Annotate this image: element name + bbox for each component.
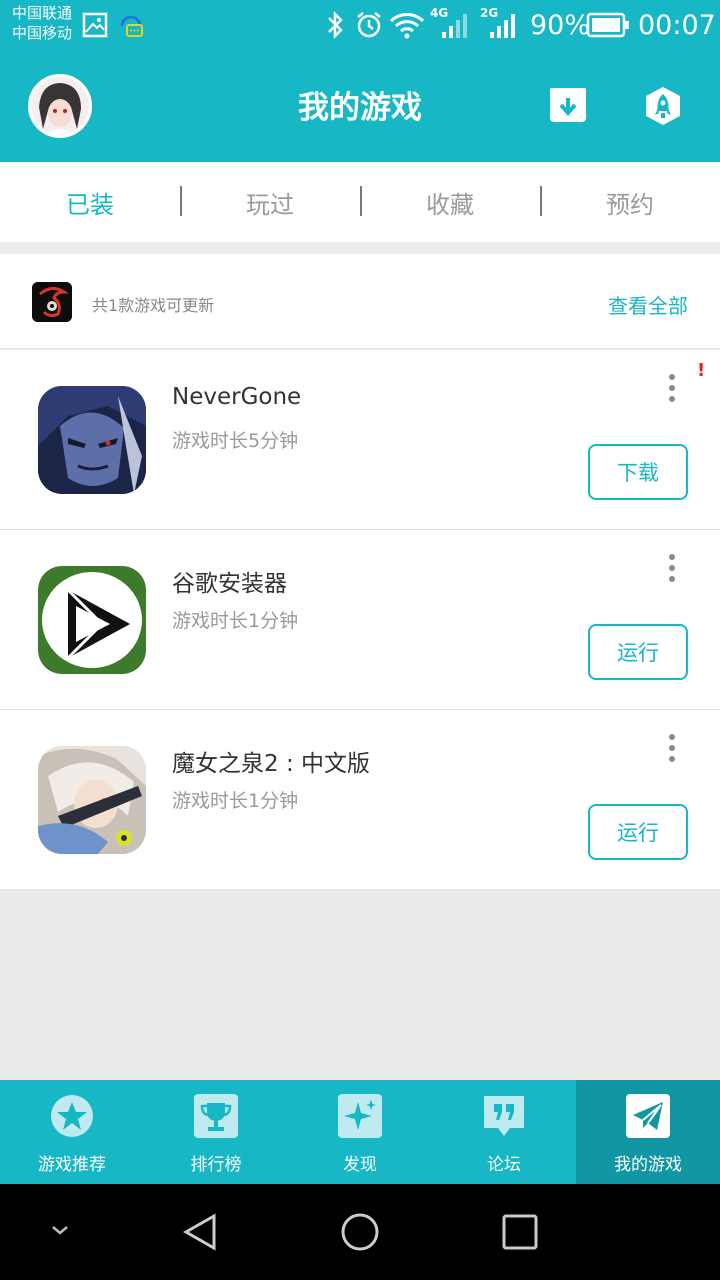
game-row-witch-spring-2[interactable]: 魔女之泉2 : 中文版 游戏时长1分钟 运行 [0, 710, 720, 890]
nav-label: 发现 [343, 1155, 377, 1175]
game-icon-google-installer [38, 566, 146, 674]
game-icon-nevergone [38, 386, 146, 494]
home-icon[interactable] [340, 1212, 380, 1252]
game-playtime: 游戏时长5分钟 [172, 430, 299, 452]
nav-item-discover[interactable]: 发现 [288, 1080, 432, 1184]
chat-notification-icon [120, 15, 143, 37]
tab-installed[interactable]: 已装 [0, 162, 180, 242]
view-all-link[interactable]: 查看全部 [608, 290, 688, 319]
game-name: 谷歌安装器 [172, 571, 287, 597]
game-icon-witch-spring-2 [38, 746, 146, 854]
back-icon[interactable] [180, 1212, 220, 1252]
wifi-icon [389, 13, 425, 39]
run-button[interactable]: 运行 [588, 804, 688, 860]
update-bar[interactable]: 共1款游戏可更新 查看全部 [0, 254, 720, 349]
carrier-1: 中国联通 [12, 4, 73, 22]
status-bar: 中国联通 中国移动 4G 2G 90% 00:07 [0, 0, 720, 52]
signal-strength-icon-2 [490, 14, 515, 38]
tab-reserved[interactable]: 预约 [540, 162, 720, 242]
more-options-icon[interactable] [664, 552, 680, 584]
carrier-names: 中国联通 中国移动 [12, 3, 72, 43]
game-name: NeverGone [172, 384, 302, 410]
nav-label: 游戏推荐 [38, 1155, 106, 1175]
clock: 00:07 [638, 10, 716, 41]
nav-label: 我的游戏 [614, 1155, 682, 1175]
sparkle-icon [338, 1094, 382, 1138]
update-game-icon [32, 282, 72, 322]
recent-apps-icon[interactable] [500, 1212, 540, 1252]
nav-label: 论坛 [487, 1155, 521, 1175]
game-playtime: 游戏时长1分钟 [172, 610, 299, 632]
game-row-nevergone[interactable]: NeverGone 游戏时长5分钟 ! 下载 [0, 350, 720, 530]
more-options-icon[interactable] [664, 372, 680, 404]
alarm-icon [357, 12, 381, 38]
run-button[interactable]: 运行 [588, 624, 688, 680]
more-options-icon[interactable] [664, 732, 680, 764]
game-row-google-installer[interactable]: 谷歌安装器 游戏时长1分钟 运行 [0, 530, 720, 710]
tab-favorites[interactable]: 收藏 [360, 162, 540, 242]
collapse-chevron-icon[interactable] [48, 1218, 72, 1242]
update-count-text: 共1款游戏可更新 [92, 296, 215, 315]
system-navigation-bar [0, 1184, 720, 1280]
battery-icon [586, 12, 629, 38]
nav-item-recommend[interactable]: 游戏推荐 [0, 1080, 144, 1184]
download-button[interactable]: 下载 [588, 444, 688, 500]
quote-icon [484, 1096, 524, 1136]
nav-item-my-games[interactable]: 我的游戏 [576, 1080, 720, 1184]
game-name: 魔女之泉2 : 中文版 [172, 751, 371, 777]
rocket-icon[interactable] [643, 86, 683, 126]
tab-played[interactable]: 玩过 [180, 162, 360, 242]
trophy-icon [194, 1094, 238, 1138]
update-alert-badge: ! [697, 360, 706, 381]
game-playtime: 游戏时长1分钟 [172, 790, 299, 812]
nav-label: 排行榜 [190, 1155, 242, 1175]
nav-item-rankings[interactable]: 排行榜 [144, 1080, 288, 1184]
bluetooth-icon [328, 10, 343, 40]
signal-strength-icon-1 [442, 14, 467, 38]
bottom-nav: 游戏推荐 排行榜 发现 论坛 我的游戏 [0, 1080, 720, 1184]
game-list: NeverGone 游戏时长5分钟 ! 下载 谷歌安装器 游戏时长1分钟 运行 [0, 350, 720, 890]
app-header: 我的游戏 [0, 52, 720, 162]
game-tabs: 已装 玩过 收藏 预约 [0, 162, 720, 242]
paper-plane-icon [626, 1094, 670, 1138]
gallery-icon [82, 12, 108, 38]
carrier-2: 中国移动 [12, 24, 73, 42]
page-title: 我的游戏 [298, 90, 422, 126]
nav-item-forum[interactable]: 论坛 [432, 1080, 576, 1184]
battery-percentage: 90% [530, 10, 591, 41]
download-box-icon[interactable] [548, 86, 588, 126]
star-icon [51, 1095, 93, 1137]
